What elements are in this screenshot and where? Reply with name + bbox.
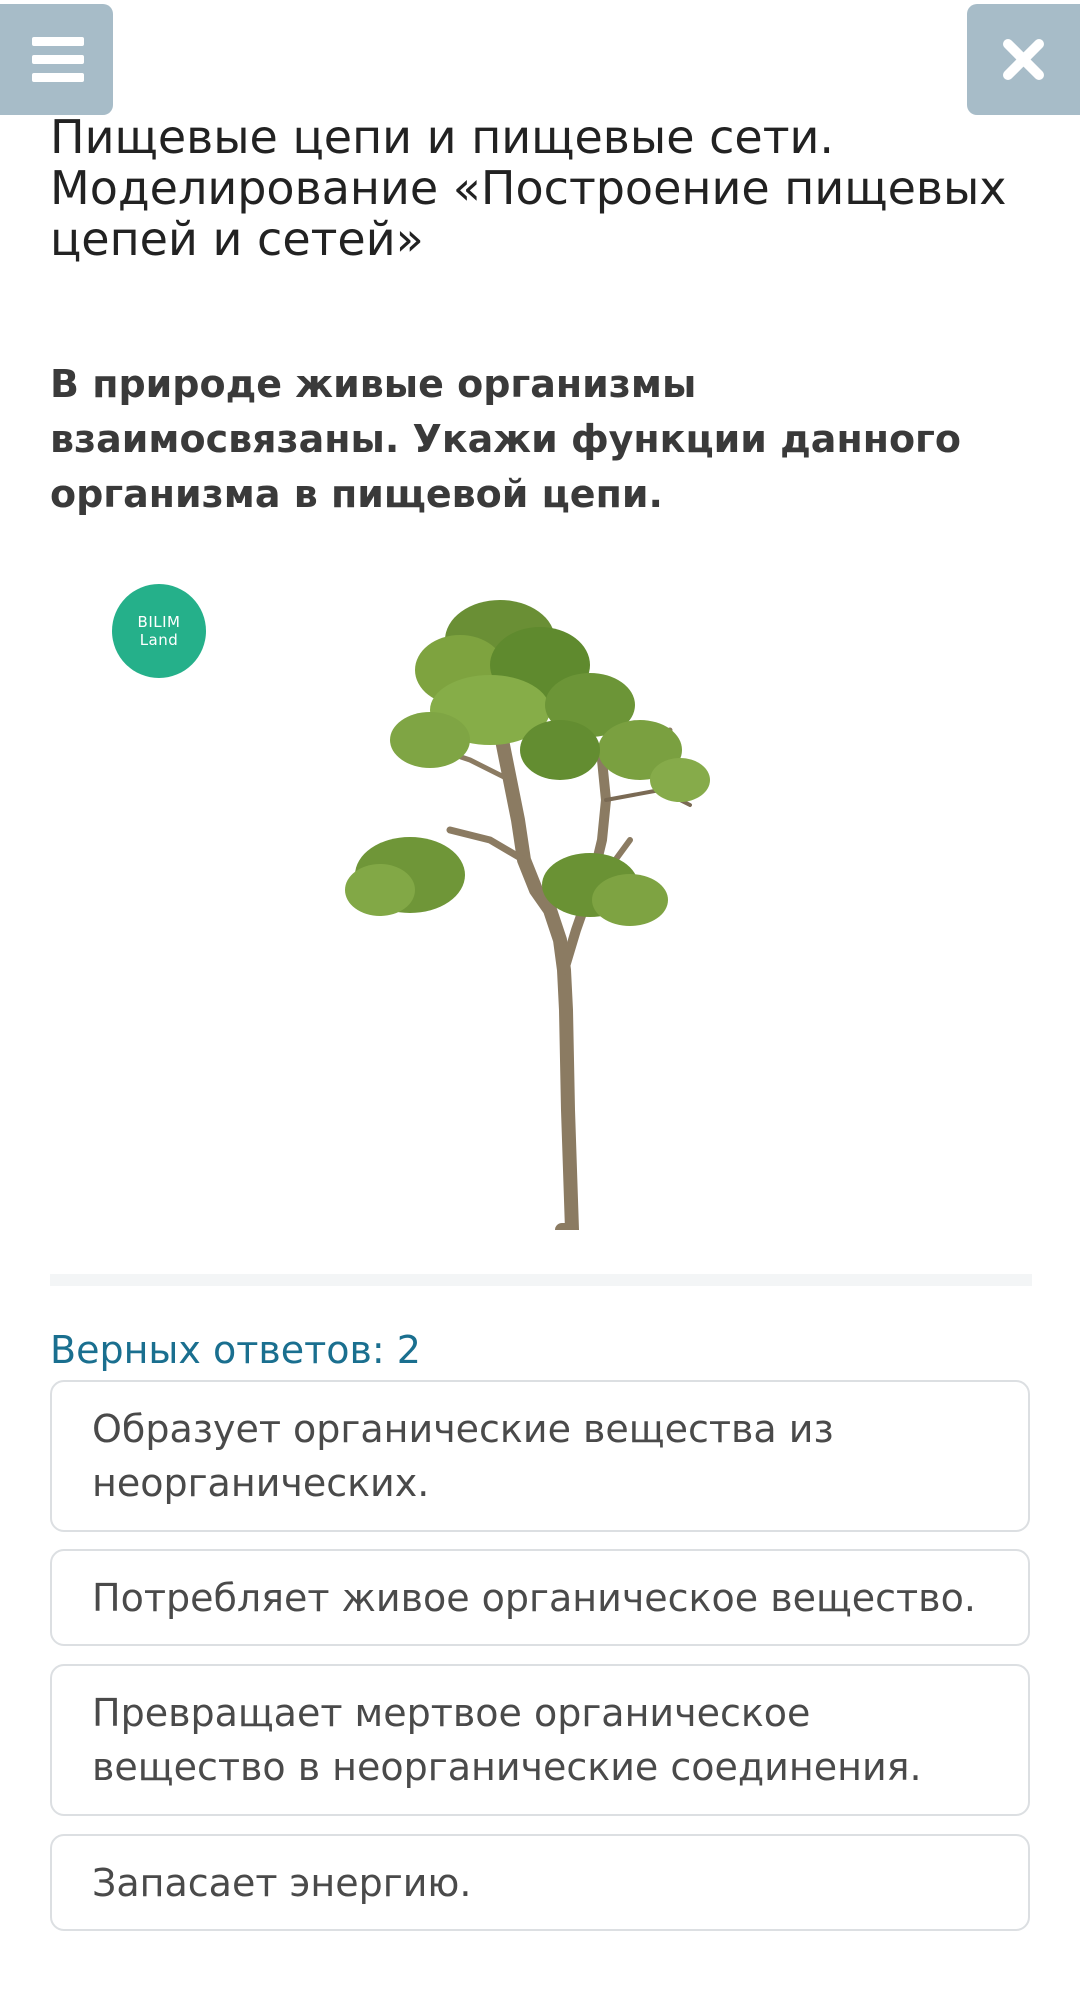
answer-option-1[interactable]: Образует органические вещества из неорга… <box>50 1380 1030 1532</box>
hamburger-menu-icon-bar <box>32 73 84 82</box>
close-button[interactable] <box>967 4 1080 115</box>
close-icon <box>1003 39 1044 80</box>
answer-option-label: Запасает энергию. <box>92 1860 472 1905</box>
tree-image <box>345 600 710 1230</box>
divider <box>50 1274 1032 1286</box>
question-text: В природе живые организмы взаимосвязаны.… <box>50 362 962 516</box>
correct-answers-count: Верных ответов: 2 <box>50 1328 421 1372</box>
hamburger-menu-icon <box>32 37 84 46</box>
menu-button[interactable] <box>0 4 113 115</box>
logo-line-2: Land <box>139 631 179 649</box>
answer-option-label: Превращает мертвое органическое вещество… <box>92 1691 922 1789</box>
answer-option-2[interactable]: Потребляет живое органическое вещество. <box>50 1549 1030 1646</box>
hamburger-menu-icon-bar <box>32 55 84 64</box>
logo-line-1: BILIM <box>137 613 181 631</box>
answer-option-label: Образует органические вещества из неорга… <box>92 1407 834 1505</box>
bilimland-logo: BILIM Land <box>112 584 206 678</box>
answer-option-label: Потребляет живое органическое вещество. <box>92 1575 976 1620</box>
page-title: Пищевые цепи и пищевые сети. Моделирован… <box>50 110 1007 266</box>
answer-option-3[interactable]: Превращает мертвое органическое вещество… <box>50 1664 1030 1816</box>
answer-option-4[interactable]: Запасает энергию. <box>50 1834 1030 1931</box>
